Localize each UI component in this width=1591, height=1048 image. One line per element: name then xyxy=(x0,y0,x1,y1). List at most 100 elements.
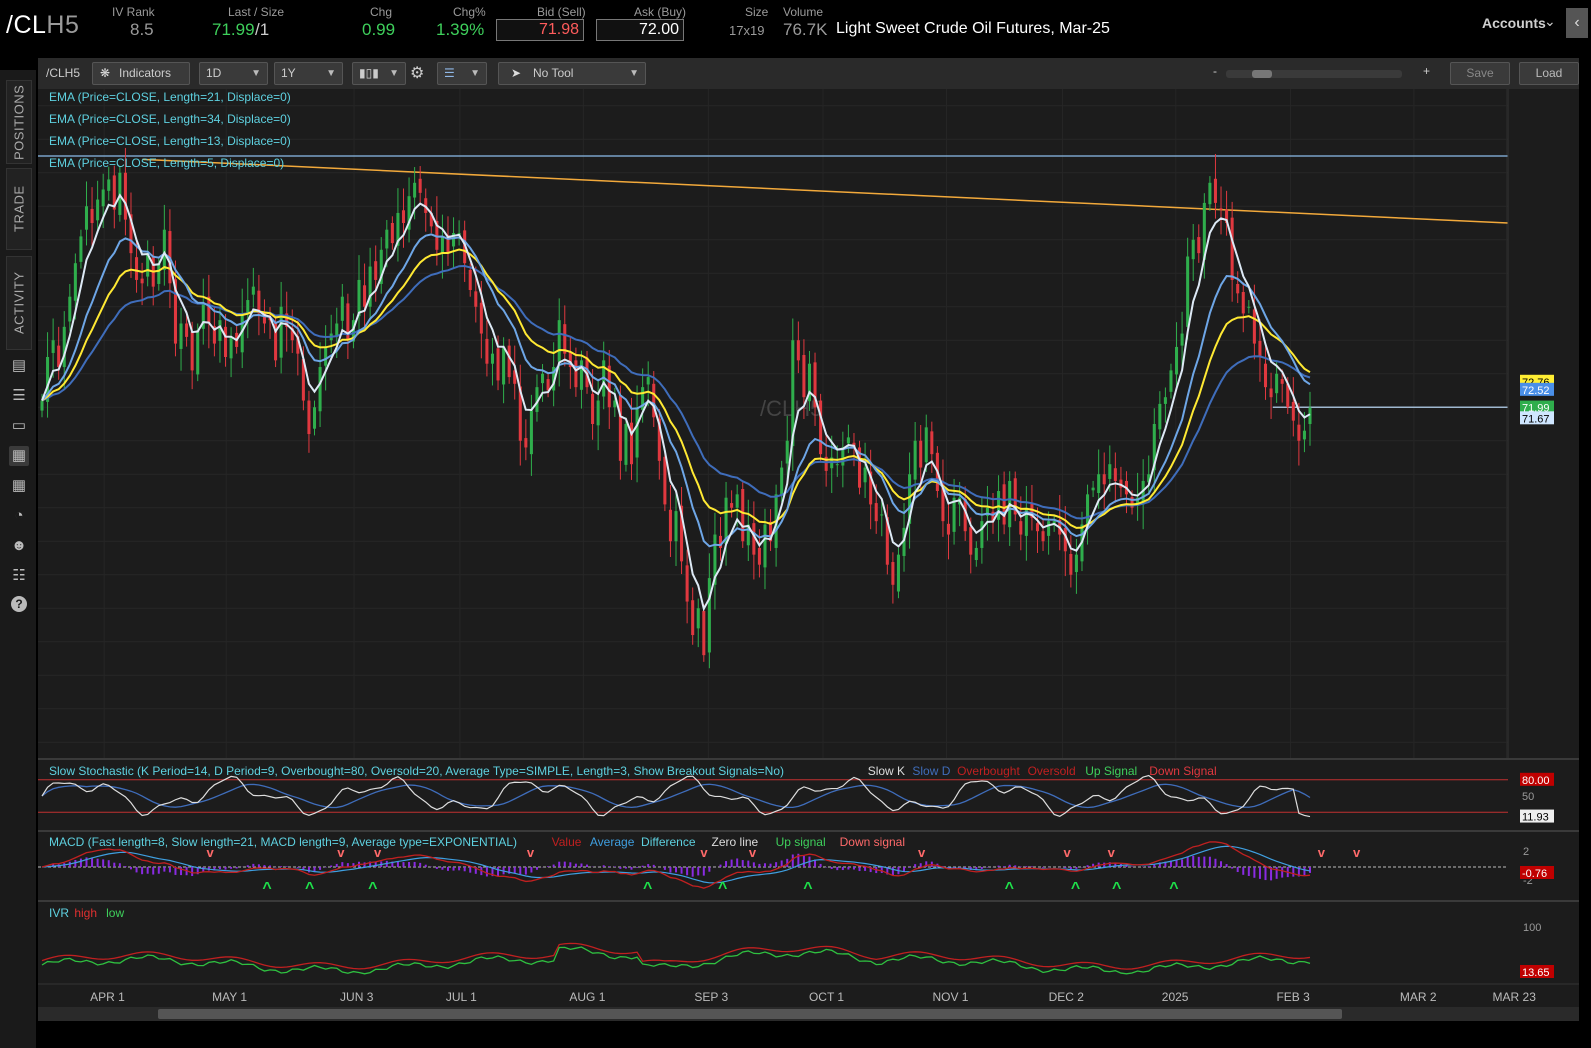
zoom-slider-thumb[interactable] xyxy=(1252,70,1272,78)
stochastic-panel: Slow Stochastic (K Period=14, D Period=9… xyxy=(38,758,1579,831)
accounts-menu[interactable]: Accounts xyxy=(1482,15,1546,31)
price-tag-label: 71.67 xyxy=(1522,413,1550,425)
candle-body xyxy=(1291,401,1295,421)
chg-label: Chg xyxy=(370,5,393,19)
candle-body xyxy=(490,353,494,364)
candle-body xyxy=(474,291,478,307)
panel-legend-item: MACD (Fast length=8, Slow length=21, MAC… xyxy=(49,835,517,849)
indicators-button[interactable]: ❋ Indicators xyxy=(92,62,190,85)
candle-body xyxy=(502,346,506,385)
date-tick-label: SEP 3 xyxy=(694,990,728,1004)
toolbar-symbol: /CLH5 xyxy=(46,66,81,80)
ivr-panel: IVR high low 100 13.65 xyxy=(38,900,1579,984)
interval-value: 1D xyxy=(206,66,222,80)
candle-body xyxy=(318,367,322,412)
candle-body xyxy=(980,521,984,548)
candle-body xyxy=(541,373,545,384)
date-tick-label: JUL 1 xyxy=(446,990,477,1004)
price-tag-label: 72.52 xyxy=(1522,385,1550,397)
gauge-icon[interactable]: ◔ xyxy=(9,506,29,526)
candle-body xyxy=(1175,346,1179,375)
candle-body xyxy=(702,610,706,656)
candle-body xyxy=(440,236,444,254)
range-select[interactable]: 1Y ▼ xyxy=(274,62,343,85)
bid-button[interactable]: 71.98 xyxy=(496,19,584,41)
candle-body xyxy=(730,503,734,508)
panel-legend-item: Value xyxy=(552,835,582,849)
candle-body xyxy=(579,360,583,390)
candle-body xyxy=(780,467,784,496)
ask-button[interactable]: 72.00 xyxy=(596,19,684,41)
save-button[interactable]: Save xyxy=(1450,62,1510,85)
date-tick-label: APR 1 xyxy=(90,990,125,1004)
ema-legend-item: EMA (Price=CLOSE, Length=34, Displace=0) xyxy=(49,112,291,126)
chart-style-select[interactable]: ▮▯▮ ▼ xyxy=(352,62,406,85)
down-signal-arrow: v xyxy=(1108,845,1116,860)
load-button[interactable]: Load xyxy=(1519,62,1579,85)
drawings-select[interactable]: ☰ ▼ xyxy=(437,62,487,85)
candle-body xyxy=(135,257,139,280)
left-sidebar: POSITIONS TRADE ACTIVITY ▤ ☰ ▭ ▦ ▦ ◔ ☻ ☷… xyxy=(0,70,36,1048)
symbol-display[interactable]: /CLH5 xyxy=(6,11,79,40)
date-tick-label: MAR 2 xyxy=(1400,990,1437,1004)
calendar-icon[interactable]: ☷ xyxy=(9,566,29,586)
people-icon[interactable]: ☻ xyxy=(9,536,29,556)
horizontal-scrollbar[interactable] xyxy=(38,1007,1579,1048)
tab-trade[interactable]: TRADE xyxy=(6,168,32,250)
candle-body xyxy=(1219,208,1223,210)
scrollbar-thumb xyxy=(158,1009,1342,1019)
chevron-down-icon[interactable]: ⌄ xyxy=(1544,13,1556,30)
ivr-value-tag-label: 13.65 xyxy=(1522,967,1550,979)
zoom-slider[interactable] xyxy=(1226,70,1402,78)
panel-legend-item: Slow D xyxy=(912,764,950,778)
panel-legend-item: Down Signal xyxy=(1149,764,1216,778)
date-tick-label: OCT 1 xyxy=(809,990,844,1004)
indicators-gear-icon: ❋ xyxy=(100,66,111,80)
cursor-icon: ➤ xyxy=(511,66,522,80)
chart-icon[interactable]: ▦ xyxy=(9,446,29,466)
settings-gear-icon[interactable]: ⚙ xyxy=(410,63,424,83)
candle-body xyxy=(835,464,839,466)
candle-body xyxy=(413,182,417,198)
candle-body xyxy=(1041,531,1045,542)
overbought-tag-label: 80.00 xyxy=(1522,775,1550,787)
candle-body xyxy=(68,296,72,322)
chgpct-value: 1.39% xyxy=(436,20,485,39)
iv-rank-label: IV Rank xyxy=(112,5,155,19)
chart-area[interactable]: /CLH5 EMA (Price=CLOSE, Length=21, Displ… xyxy=(38,89,1579,1048)
candle-body xyxy=(1047,521,1051,536)
tab-positions[interactable]: POSITIONS xyxy=(6,80,32,164)
candle-body xyxy=(691,600,695,636)
panel-legend-item: Up Signal xyxy=(1085,764,1137,778)
zoom-out-button[interactable]: - xyxy=(1213,64,1217,78)
candle-body xyxy=(1280,379,1284,384)
size-value: 17x19 xyxy=(729,23,765,38)
down-signal-arrow: v xyxy=(918,845,926,860)
candle-body xyxy=(696,608,700,629)
candle-body xyxy=(802,354,806,398)
tool-select[interactable]: ➤ No Tool ▼ xyxy=(498,62,646,85)
tab-activity[interactable]: ACTIVITY xyxy=(6,256,32,350)
bid-label: Bid (Sell) xyxy=(537,5,586,19)
up-signal-arrow: ^ xyxy=(1071,880,1080,897)
up-signal-arrow: ^ xyxy=(643,880,652,897)
candle-body xyxy=(557,320,561,362)
zoom-in-button[interactable]: + xyxy=(1423,64,1430,78)
caret-down-icon: ▼ xyxy=(629,68,639,79)
list-icon[interactable]: ☰ xyxy=(9,386,29,406)
candle-body xyxy=(1241,292,1245,314)
grid-icon[interactable]: ▦ xyxy=(9,476,29,496)
candle-body xyxy=(863,467,867,483)
candle-body xyxy=(196,330,200,375)
candle-body xyxy=(1091,487,1095,491)
date-tick-label: FEB 3 xyxy=(1276,990,1310,1004)
collapse-panel-button[interactable]: ‹ xyxy=(1566,8,1588,38)
help-icon[interactable]: ? xyxy=(11,596,27,612)
interval-select[interactable]: 1D ▼ xyxy=(199,62,268,85)
volume-label: Volume xyxy=(783,5,824,19)
candle-body xyxy=(1158,403,1162,430)
tv-icon[interactable]: ▭ xyxy=(9,416,29,436)
candle-body xyxy=(785,440,789,464)
watchlist-icon[interactable]: ▤ xyxy=(9,356,29,376)
candle-body xyxy=(1102,474,1106,485)
